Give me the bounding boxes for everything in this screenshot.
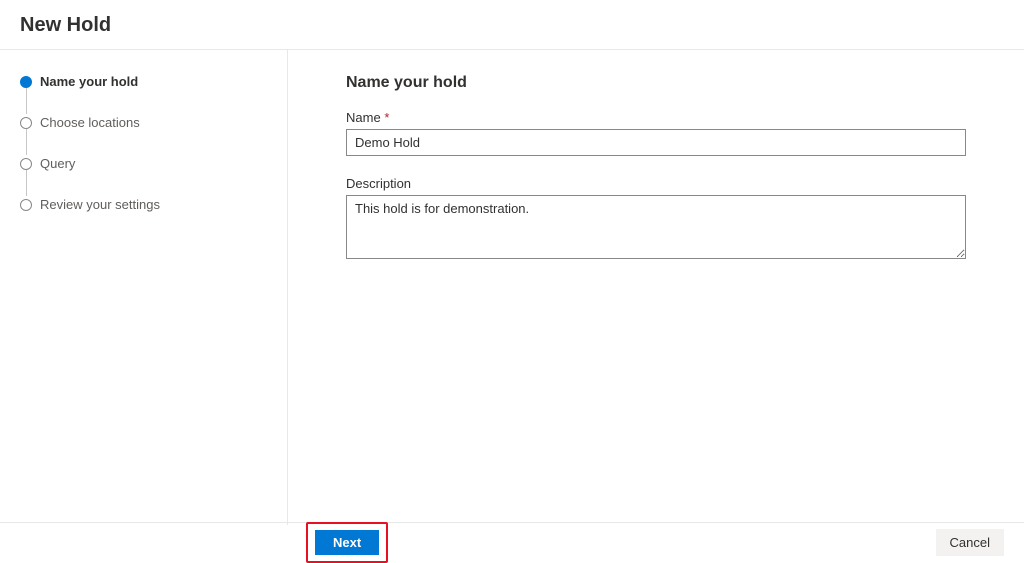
- wizard-steps: Name your hold Choose locations Query Re…: [20, 74, 267, 212]
- name-input[interactable]: [346, 129, 966, 156]
- step-circle-icon: [20, 199, 32, 211]
- description-form-group: Description This hold is for demonstrati…: [346, 176, 966, 264]
- wizard-sidebar: Name your hold Choose locations Query Re…: [0, 50, 288, 525]
- content-wrapper: Name your hold Choose locations Query Re…: [0, 50, 1024, 525]
- step-connector-icon: [26, 88, 27, 114]
- page-header: New Hold: [0, 0, 1024, 50]
- description-label: Description: [346, 176, 966, 191]
- step-review-settings[interactable]: Review your settings: [20, 197, 267, 212]
- step-circle-icon: [20, 158, 32, 170]
- step-choose-locations[interactable]: Choose locations: [20, 115, 267, 156]
- next-button[interactable]: Next: [315, 530, 379, 555]
- name-form-group: Name *: [346, 110, 966, 156]
- step-label: Name your hold: [40, 74, 138, 89]
- wizard-footer: Next Cancel: [0, 522, 1024, 562]
- cancel-button[interactable]: Cancel: [936, 529, 1004, 556]
- step-connector-icon: [26, 170, 27, 196]
- step-name-your-hold[interactable]: Name your hold: [20, 74, 267, 115]
- name-label: Name *: [346, 110, 966, 125]
- description-textarea[interactable]: This hold is for demonstration.: [346, 195, 966, 259]
- page-title: New Hold: [20, 14, 1004, 37]
- panel-heading: Name your hold: [346, 74, 966, 92]
- step-connector-icon: [26, 129, 27, 155]
- step-circle-icon: [20, 117, 32, 129]
- next-button-highlight: Next: [306, 522, 388, 563]
- main-panel: Name your hold Name * Description This h…: [288, 50, 1024, 525]
- step-query[interactable]: Query: [20, 156, 267, 197]
- step-circle-icon: [20, 76, 32, 88]
- step-label: Choose locations: [40, 115, 140, 130]
- step-label: Query: [40, 156, 75, 171]
- required-asterisk-icon: *: [384, 110, 389, 125]
- step-label: Review your settings: [40, 197, 160, 212]
